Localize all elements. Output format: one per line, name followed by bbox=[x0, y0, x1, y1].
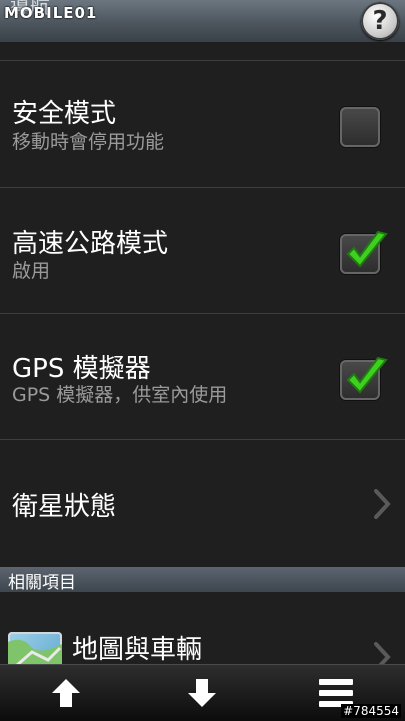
watermark-logo: MOBILE01 bbox=[4, 4, 98, 22]
setting-row-gps-simulator[interactable]: GPS 模擬器 GPS 模擬器，供室內使用 bbox=[0, 314, 405, 439]
title-bar: 導航 MOBILE01 ? bbox=[0, 0, 405, 42]
setting-row-safe-mode[interactable]: 安全模式 移動時會停用功能 bbox=[0, 61, 405, 187]
checkmark-icon bbox=[346, 356, 388, 394]
setting-label: 高速公路模式 bbox=[12, 229, 169, 259]
related-section-header: 相關項目 bbox=[0, 567, 405, 593]
setting-row-highway-mode[interactable]: 高速公路模式 啟用 bbox=[0, 188, 405, 314]
highway-mode-checkbox[interactable] bbox=[340, 230, 388, 274]
setting-sublabel: GPS 模擬器，供室內使用 bbox=[12, 384, 228, 406]
setting-sublabel: 移動時會停用功能 bbox=[12, 131, 165, 153]
arrow-up-icon bbox=[52, 679, 80, 707]
safe-mode-checkbox[interactable] bbox=[340, 107, 380, 147]
image-tag: #784554 bbox=[341, 704, 401, 718]
scroll-down-button[interactable] bbox=[172, 671, 232, 715]
help-icon: ? bbox=[372, 6, 388, 36]
satellite-status-item[interactable]: 衛星狀態 bbox=[0, 440, 405, 566]
gps-simulator-checkbox[interactable] bbox=[340, 356, 388, 400]
section-title: 相關項目 bbox=[8, 573, 76, 593]
setting-sublabel: 啟用 bbox=[12, 260, 51, 282]
scroll-up-button[interactable] bbox=[36, 671, 96, 715]
arrow-down-icon bbox=[188, 679, 216, 707]
setting-label: 安全模式 bbox=[12, 99, 117, 129]
help-button[interactable]: ? bbox=[361, 2, 399, 40]
checkmark-icon bbox=[346, 230, 388, 268]
chevron-right-icon bbox=[374, 489, 391, 519]
satellite-status-label: 衛星狀態 bbox=[12, 492, 117, 522]
map-vehicle-label: 地圖與車輛 bbox=[72, 635, 203, 665]
bottom-toolbar: #784554 bbox=[0, 664, 405, 721]
